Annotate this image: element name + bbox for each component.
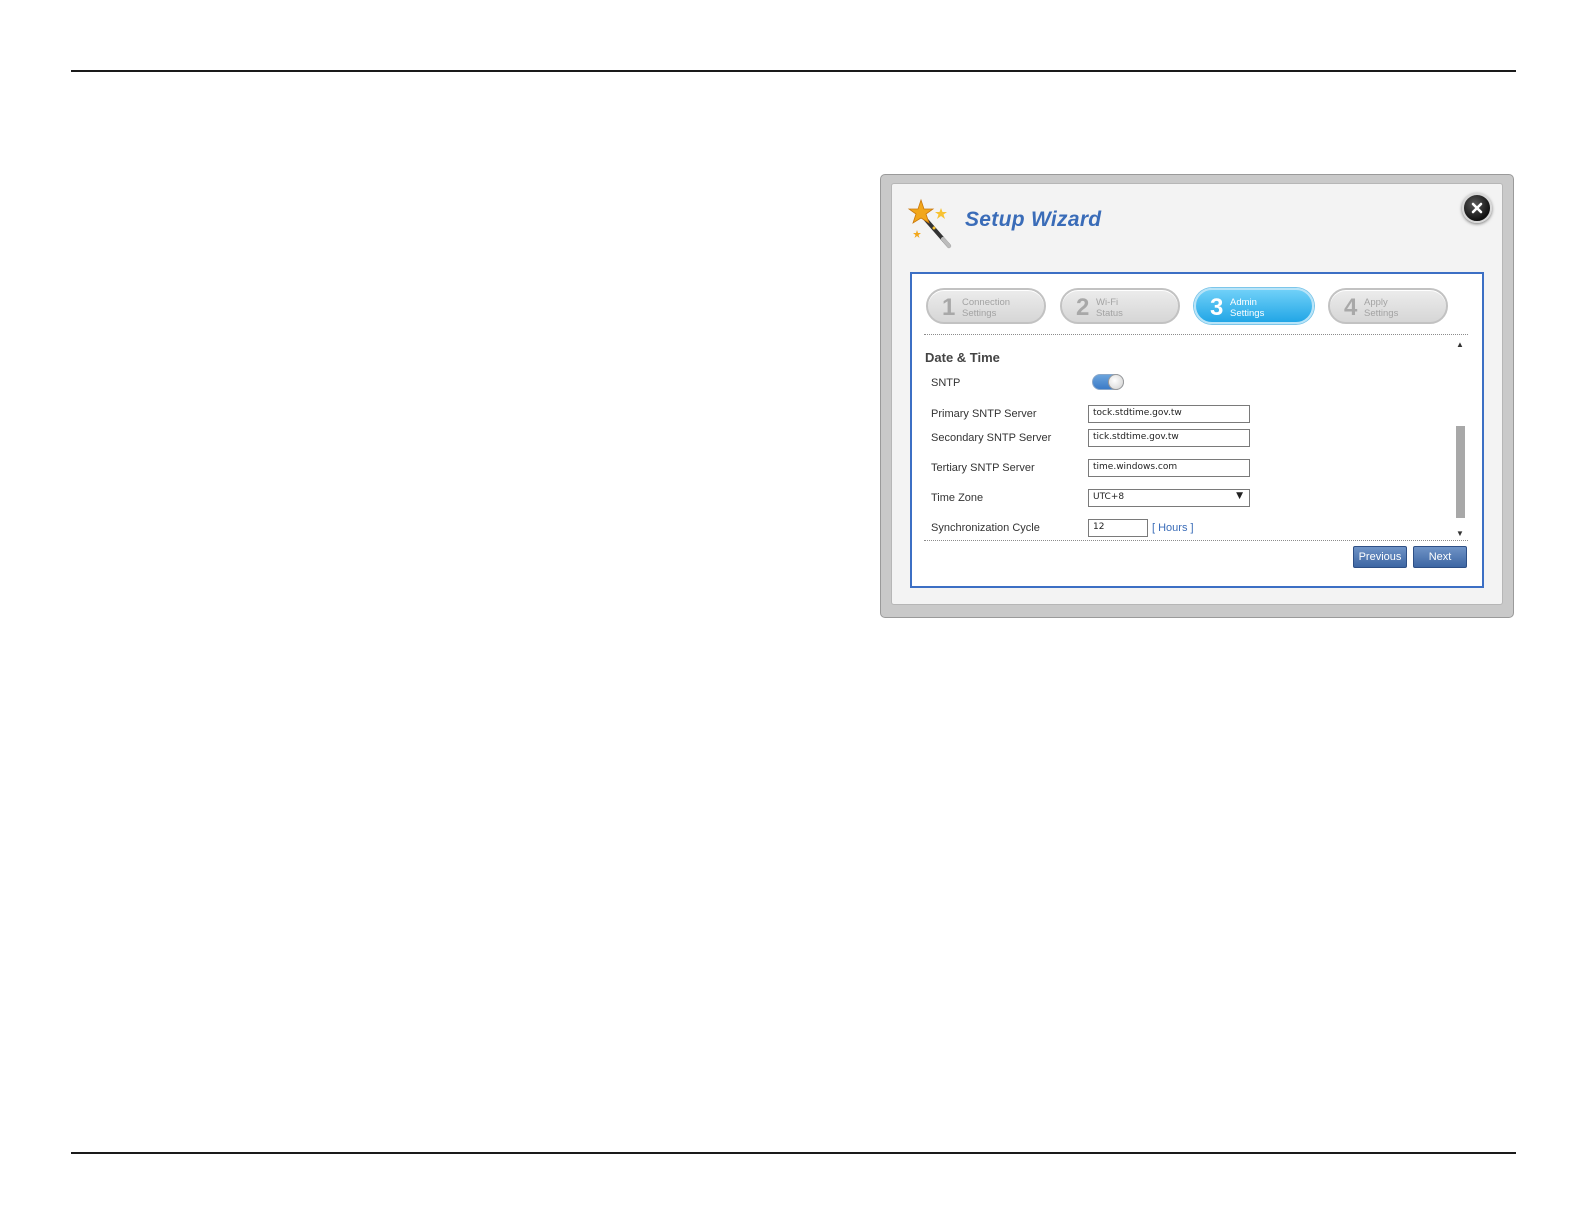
step-label: Admin Settings <box>1230 297 1265 319</box>
time-zone-select[interactable]: UTC+8 ▼ <box>1088 489 1250 507</box>
close-button[interactable] <box>1462 193 1492 223</box>
toggle-knob <box>1108 374 1124 390</box>
step-label: Apply Settings <box>1364 297 1399 319</box>
step-number: 2 <box>1076 294 1090 321</box>
setup-wizard-dialog: Setup Wizard 1 Connection Settings 2 Wi-F… <box>880 174 1514 618</box>
sntp-toggle[interactable] <box>1092 374 1124 390</box>
step-admin-settings[interactable]: 3 Admin Settings <box>1194 288 1314 324</box>
secondary-sntp-input[interactable]: tick.stdtime.gov.tw <box>1088 429 1250 447</box>
step-indicator: 1 Connection Settings 2 Wi-Fi Status 3 Adm… <box>926 288 1456 328</box>
tertiary-sntp-input[interactable]: time.windows.com <box>1088 459 1250 477</box>
primary-sntp-label: Primary SNTP Server <box>931 408 1037 420</box>
secondary-sntp-label: Secondary SNTP Server <box>931 432 1052 444</box>
scroll-up-icon[interactable]: ▲ <box>1456 340 1464 349</box>
bottom-rule <box>71 1152 1516 1154</box>
tertiary-sntp-label: Tertiary SNTP Server <box>931 462 1035 474</box>
divider <box>924 540 1468 541</box>
wizard-panel: Setup Wizard 1 Connection Settings 2 Wi-F… <box>891 183 1503 605</box>
content-scrollbar[interactable]: ▲ ▼ <box>1454 340 1466 538</box>
step-wifi-status[interactable]: 2 Wi-Fi Status <box>1060 288 1180 324</box>
step-label: Connection Settings <box>962 297 1011 319</box>
section-title: Date & Time <box>925 350 1000 365</box>
scrollbar-thumb[interactable] <box>1456 426 1465 518</box>
time-zone-label: Time Zone <box>931 492 984 504</box>
primary-sntp-input[interactable]: tock.stdtime.gov.tw <box>1088 405 1250 423</box>
sync-cycle-input[interactable]: 12 <box>1088 519 1148 537</box>
step-connection-settings[interactable]: 1 Connection Settings <box>926 288 1046 324</box>
magic-wand-icon <box>907 198 955 254</box>
previous-button[interactable]: Previous <box>1353 546 1407 568</box>
sync-cycle-label: Synchronization Cycle <box>931 522 1040 534</box>
next-button[interactable]: Next <box>1413 546 1467 568</box>
wizard-title: Setup Wizard <box>965 208 1102 231</box>
sntp-label: SNTP <box>931 377 961 389</box>
step-label: Wi-Fi Status <box>1096 297 1123 319</box>
caret-down-icon: ▼ <box>1236 491 1243 501</box>
step-number: 1 <box>942 294 956 321</box>
sync-cycle-unit: [ Hours ] <box>1152 522 1194 534</box>
top-rule <box>71 70 1516 72</box>
wizard-header: Setup Wizard <box>892 184 1502 266</box>
wizard-content: 1 Connection Settings 2 Wi-Fi Status 3 Adm… <box>910 272 1484 588</box>
step-number: 4 <box>1344 294 1358 321</box>
step-apply-settings[interactable]: 4 Apply Settings <box>1328 288 1448 324</box>
step-number: 3 <box>1210 294 1224 321</box>
close-icon <box>1471 202 1483 214</box>
scroll-down-icon[interactable]: ▼ <box>1456 529 1464 538</box>
divider <box>924 334 1468 335</box>
time-zone-value: UTC+8 <box>1093 492 1125 502</box>
